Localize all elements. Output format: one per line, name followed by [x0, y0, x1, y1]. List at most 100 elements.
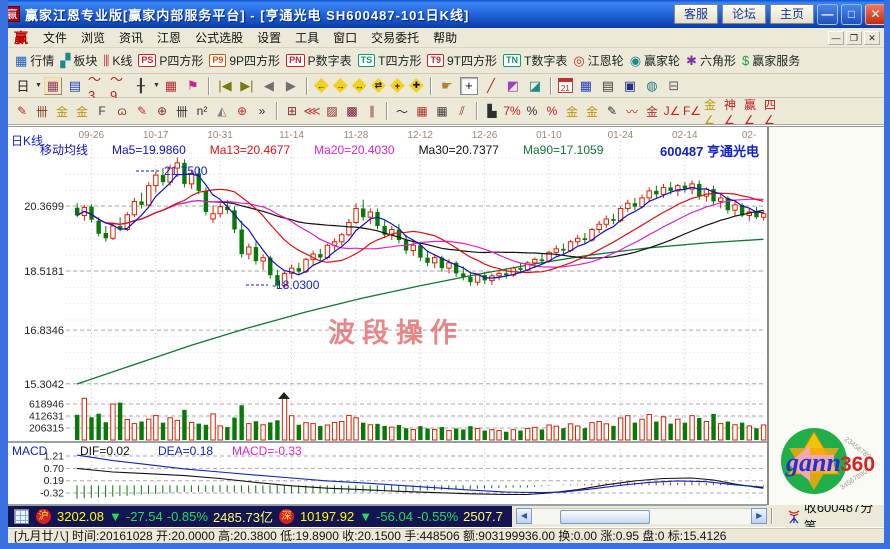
- dark-grid-tool-icon[interactable]: ▦: [434, 102, 450, 120]
- titlebar-button-客服[interactable]: 客服: [674, 4, 718, 24]
- scroll-right-button[interactable]: ▶: [751, 508, 767, 524]
- toolbutton-t-number-table[interactable]: TNT数字表: [503, 52, 567, 69]
- info-doc-icon[interactable]: ▤: [66, 77, 84, 95]
- red-grid-tool-icon[interactable]: ▦: [414, 102, 430, 120]
- seven-pct-tool-icon[interactable]: 7%: [504, 102, 520, 120]
- percent-tool-icon[interactable]: %: [524, 102, 540, 120]
- circle-comb-tool-icon[interactable]: ⊕: [154, 102, 170, 120]
- f-angle-tool-icon[interactable]: F∠: [684, 102, 700, 120]
- menu-item-交易委托[interactable]: 交易委托: [364, 29, 426, 47]
- titlebar-button-主页[interactable]: 主页: [770, 4, 814, 24]
- calendar-icon[interactable]: 21: [558, 78, 573, 93]
- gold-comb-tool-icon[interactable]: 金: [54, 102, 70, 120]
- web-export-icon[interactable]: ◍: [643, 77, 661, 95]
- toolbutton-sectors[interactable]: ▞板块: [60, 52, 97, 69]
- toolbutton-t9-square[interactable]: T99T四方形: [427, 52, 497, 69]
- toolbutton-gann-wheel[interactable]: ◎江恩轮: [573, 52, 623, 69]
- wave-9-icon[interactable]: 〜9: [110, 77, 128, 95]
- more-tools-chevron[interactable]: »: [254, 102, 270, 120]
- comb-grid-tool-icon[interactable]: 卌: [34, 102, 50, 120]
- toolbutton-p-square[interactable]: PSP四方形: [138, 52, 203, 69]
- single-candle-icon[interactable]: ╂: [132, 77, 150, 95]
- pattern-red-icon[interactable]: ▦: [162, 77, 180, 95]
- save-icon[interactable]: ▣: [621, 77, 639, 95]
- shen-angle-tool-icon[interactable]: 神∠: [724, 102, 740, 120]
- print-icon[interactable]: ⊟: [665, 77, 683, 95]
- gold-comb2-tool-icon[interactable]: 金: [74, 102, 90, 120]
- pen-tool-icon[interactable]: ✎: [134, 102, 150, 120]
- gann-target-tool-icon[interactable]: ⊕: [234, 102, 250, 120]
- pattern-view-icon[interactable]: ▦: [44, 77, 62, 95]
- bar-scale-tool-icon[interactable]: ▙: [484, 102, 500, 120]
- mdi-close-button[interactable]: ✕: [864, 31, 880, 45]
- angle-mirror-tool-icon[interactable]: ◭: [214, 102, 230, 120]
- ruler-comb-tool-icon[interactable]: 卌: [174, 102, 190, 120]
- grid-box-tool-icon[interactable]: ▨: [324, 102, 340, 120]
- scrollbar-thumb[interactable]: [560, 510, 650, 524]
- next-candle-icon[interactable]: ▶: [282, 77, 300, 95]
- toolbutton-hexagon[interactable]: ✱六角形: [686, 52, 736, 69]
- menu-item-江恩[interactable]: 江恩: [150, 29, 188, 47]
- j-angle-tool-icon[interactable]: J∠: [664, 102, 680, 120]
- toolbutton-quotes-table[interactable]: ▦行情: [15, 52, 54, 69]
- mdi-restore-button[interactable]: ❐: [846, 31, 862, 45]
- grid-box2-tool-icon[interactable]: ▩: [344, 102, 360, 120]
- gold-circle-tool-icon[interactable]: 金: [564, 102, 580, 120]
- win-angle-tool-icon[interactable]: 赢∠: [744, 102, 760, 120]
- single-candle-dropdown-arrow[interactable]: ▼: [153, 82, 160, 89]
- kline-chart-panel[interactable]: 20.369918.518116.834615.3042618946412631…: [8, 127, 769, 505]
- flag-icon[interactable]: ⚑: [184, 77, 202, 95]
- parallel-lines-tool-icon[interactable]: ∥: [364, 102, 380, 120]
- notepad-icon[interactable]: ▤: [599, 77, 617, 95]
- calculator-icon[interactable]: ▦: [577, 77, 595, 95]
- slant-lines-tool-icon[interactable]: ⫽: [454, 102, 470, 120]
- hand-drag-icon[interactable]: ☛: [438, 77, 456, 95]
- horizontal-scrollbar[interactable]: ◀ ▶: [516, 508, 767, 524]
- toolbutton-winner-service[interactable]: $赢家服务: [742, 52, 800, 69]
- crosshair-icon[interactable]: +: [460, 77, 478, 95]
- minimize-button[interactable]: —: [817, 4, 838, 25]
- prev-candle-icon[interactable]: ◀: [260, 77, 278, 95]
- brush-tool-icon[interactable]: ✎: [14, 102, 30, 120]
- quotes-grid-icon[interactable]: [14, 509, 29, 524]
- zigzag-tool-icon[interactable]: 〜: [394, 102, 410, 120]
- spiral-tool-icon[interactable]: ɷ: [114, 102, 130, 120]
- titlebar-button-论坛[interactable]: 论坛: [722, 4, 766, 24]
- zoom-swap-diamond-icon[interactable]: ⇄: [371, 78, 386, 93]
- menu-item-窗口[interactable]: 窗口: [326, 29, 364, 47]
- zoom-h-diamond-icon[interactable]: ↔: [352, 78, 367, 93]
- zoom-all-diamond-icon[interactable]: +: [390, 78, 405, 93]
- menu-item-资讯[interactable]: 资讯: [112, 29, 150, 47]
- gold-line-tool-icon[interactable]: 金: [584, 102, 600, 120]
- wave-tool-icon[interactable]: 〰: [624, 102, 640, 120]
- menu-item-帮助[interactable]: 帮助: [426, 29, 464, 47]
- menu-item-浏览[interactable]: 浏览: [74, 29, 112, 47]
- wave-3-icon[interactable]: 〜3: [88, 77, 106, 95]
- toolbutton-p-number-table[interactable]: PNP数字表: [286, 52, 352, 69]
- zoom-left-diamond-icon[interactable]: ←: [314, 78, 329, 93]
- toolbutton-kline[interactable]: ⫼K线: [103, 52, 132, 69]
- last-page-icon[interactable]: ▶|: [238, 77, 256, 95]
- kline-period-dropdown-arrow[interactable]: ▼: [35, 82, 42, 89]
- close-button[interactable]: ✕: [865, 4, 886, 25]
- menu-item-公式选股[interactable]: 公式选股: [188, 29, 250, 47]
- gold-box-tool-icon[interactable]: 金: [644, 102, 660, 120]
- toolbutton-p9-square[interactable]: P99P四方形: [209, 52, 280, 69]
- toolbutton-winner-wheel[interactable]: ◉赢家轮: [630, 52, 680, 69]
- mdi-minimize-button[interactable]: —: [828, 31, 844, 45]
- menu-item-文件[interactable]: 文件: [36, 29, 74, 47]
- menu-item-工具[interactable]: 工具: [288, 29, 326, 47]
- purple-tool-icon[interactable]: ◩: [504, 77, 522, 95]
- first-page-icon[interactable]: |◀: [216, 77, 234, 95]
- scrollbar-track[interactable]: [532, 508, 751, 524]
- scroll-left-button[interactable]: ◀: [516, 508, 532, 524]
- zoom-right-diamond-icon[interactable]: →: [333, 78, 348, 93]
- teal-tool-icon[interactable]: ◪: [526, 77, 544, 95]
- trend-line-tool-icon[interactable]: ╱: [482, 77, 500, 95]
- zoom-full-diamond-icon[interactable]: ✚: [409, 78, 424, 93]
- f-comb-tool-icon[interactable]: F: [94, 102, 110, 120]
- box-corner-tool-icon[interactable]: ⊞: [284, 102, 300, 120]
- fan-lines-tool-icon[interactable]: ⋘: [304, 102, 320, 120]
- toolbutton-t-square[interactable]: TST四方形: [358, 52, 422, 69]
- gold-angle-tool-icon[interactable]: 金∠: [704, 102, 720, 120]
